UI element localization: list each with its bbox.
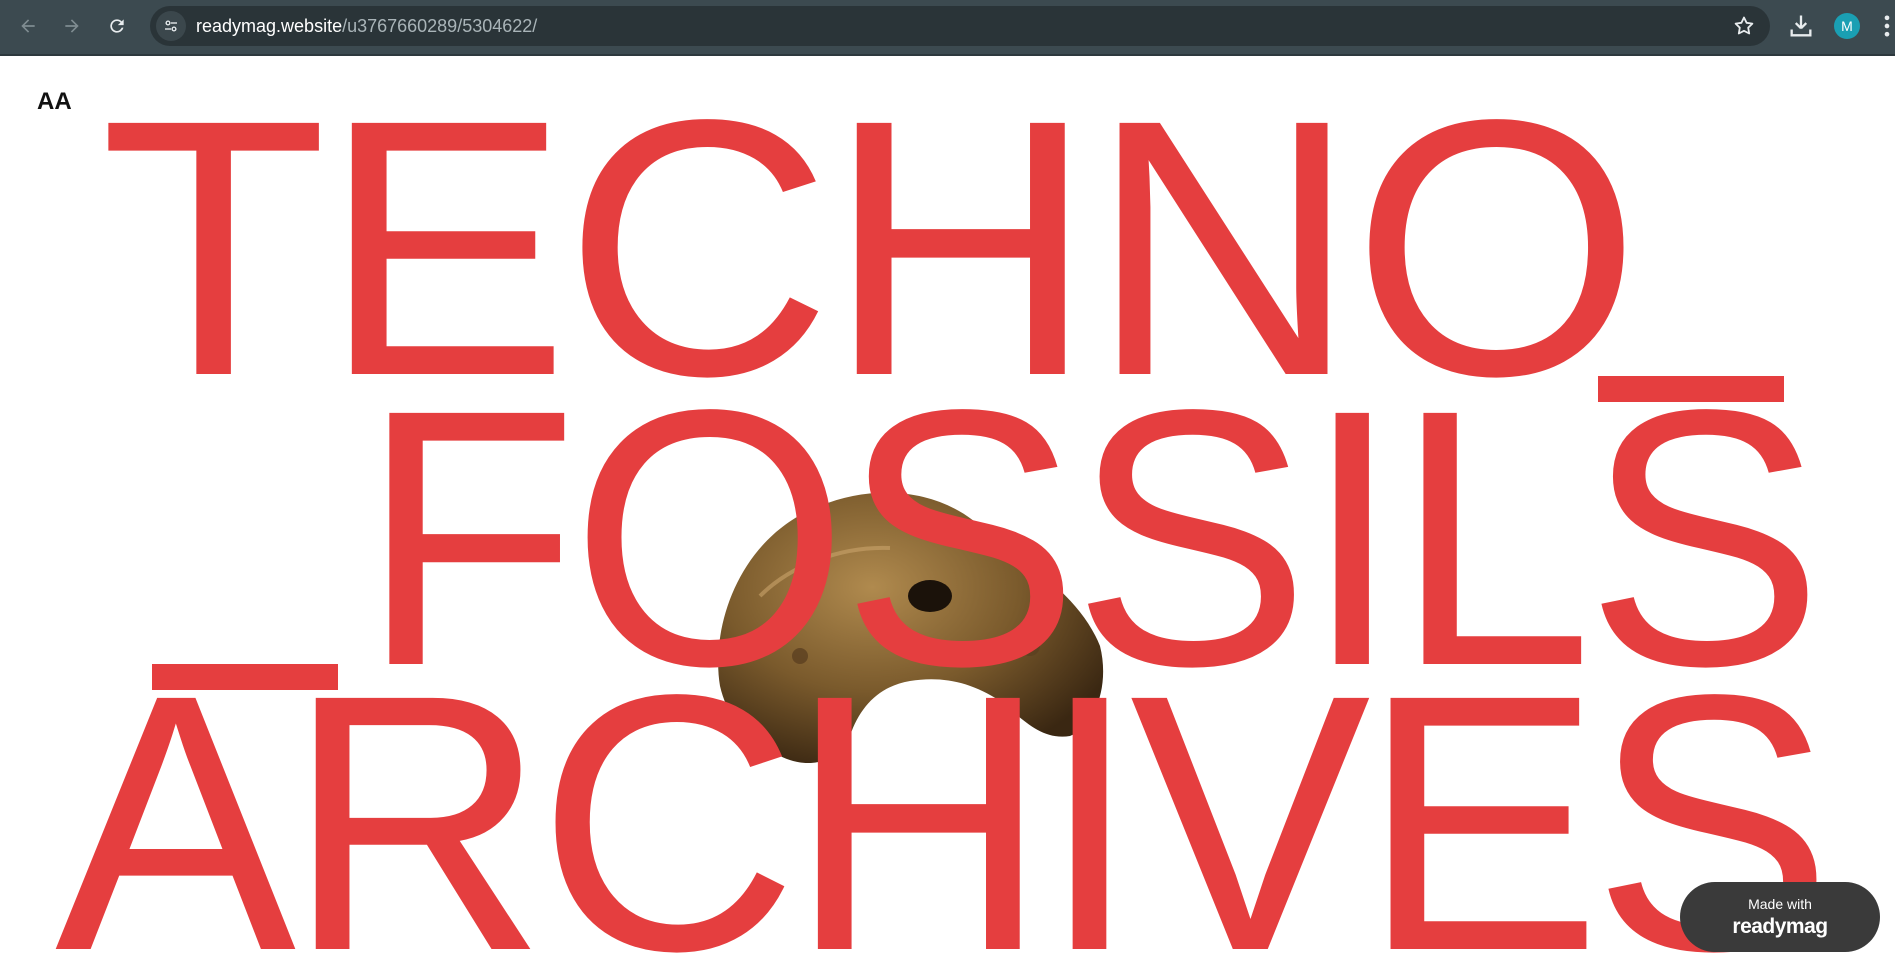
decorative-bar	[1598, 376, 1784, 402]
kebab-menu-icon[interactable]	[1880, 12, 1894, 40]
page-content: AA TECHNO FOSSILS ARCHIVES Made with rea…	[0, 56, 1895, 961]
arrow-right-icon	[65, 19, 79, 33]
made-with-readymag-badge[interactable]: Made with readymag	[1680, 882, 1880, 952]
browser-toolbar: readymag.website/u3767660289/5304622/ M	[0, 0, 1895, 56]
url-text[interactable]: readymag.website/u3767660289/5304622/	[196, 16, 537, 37]
forward-button[interactable]	[56, 10, 88, 42]
font-size-toggle[interactable]: AA	[37, 88, 72, 116]
reload-icon	[110, 19, 124, 33]
arrow-left-icon	[21, 19, 35, 33]
back-button[interactable]	[12, 10, 44, 42]
url-domain: readymag.website	[196, 16, 343, 36]
download-icon[interactable]	[1787, 12, 1815, 40]
badge-brand: readymag	[1732, 915, 1828, 938]
badge-made-with: Made with	[1748, 896, 1812, 912]
address-bar[interactable]: readymag.website/u3767660289/5304622/	[150, 6, 1770, 46]
decorative-bar	[152, 664, 338, 690]
profile-avatar[interactable]: M	[1834, 13, 1860, 39]
site-info-button[interactable]	[156, 11, 186, 41]
reload-button[interactable]	[101, 10, 133, 42]
star-icon[interactable]	[1732, 14, 1756, 38]
tune-icon	[165, 20, 177, 32]
url-path: /u3767660289/5304622/	[342, 16, 538, 36]
